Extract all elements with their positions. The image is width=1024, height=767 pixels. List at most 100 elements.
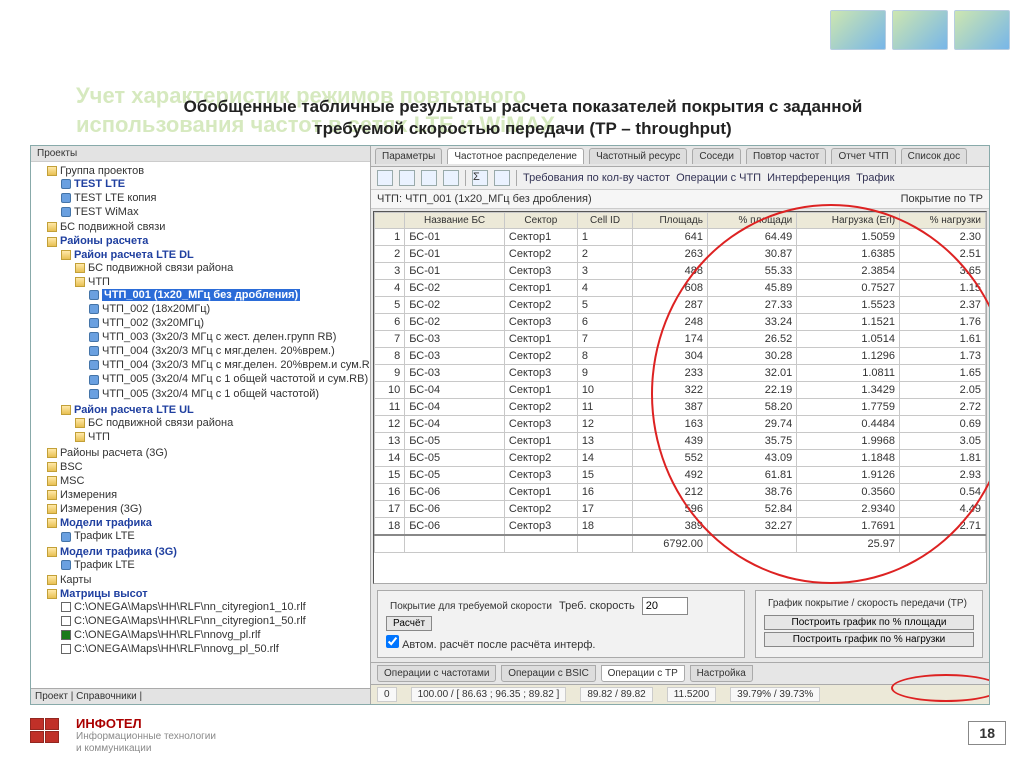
tree-bs-podv-raiona2[interactable]: БС подвижной связи района — [75, 416, 370, 430]
table-row[interactable]: 2БС-01Сектор2226330.871.63852.51 — [375, 246, 986, 263]
table-row[interactable]: 5БС-02Сектор2528727.331.55232.37 — [375, 297, 986, 314]
col-pct[interactable]: % площади — [707, 213, 796, 229]
tree-chtp-item[interactable]: ЧТП_004 (3x20/3 МГц с мяг.делен. 20%врем… — [89, 344, 370, 358]
tool-label-req[interactable]: Требования по кол-ву частот — [523, 172, 670, 184]
tree-karty[interactable]: Карты — [47, 573, 370, 587]
tree-chtp[interactable]: ЧТП ЧТП_001 (1x20_МГц без дробления) ЧТП… — [75, 275, 370, 402]
plot-area-button[interactable]: Построить график по % площади — [764, 615, 974, 630]
autocalc-cb[interactable] — [386, 635, 399, 648]
checkbox-icon[interactable] — [61, 616, 71, 626]
table-row[interactable]: 11БС-04Сектор21138758.201.77592.72 — [375, 399, 986, 416]
tree-bs-podv-raiona[interactable]: БС подвижной связи района — [75, 261, 370, 275]
tree-bsc[interactable]: BSC — [47, 460, 370, 474]
optab-bsic[interactable]: Операции с BSIC — [501, 665, 596, 682]
tree-msc[interactable]: MSC — [47, 474, 370, 488]
table-row[interactable]: 14БС-05Сектор21455243.091.18481.81 — [375, 450, 986, 467]
table-row[interactable]: 17БС-06Сектор21759652.842.93404.49 — [375, 501, 986, 518]
tree-traf-lte[interactable]: Трафик LTE — [61, 529, 370, 543]
tab-freq-dist[interactable]: Частотное распределение — [447, 148, 584, 164]
tab-repeat-freq[interactable]: Повтор частот — [746, 148, 826, 164]
table-row[interactable]: 4БС-02Сектор1460845.890.75271.15 — [375, 280, 986, 297]
tool-icon[interactable] — [494, 170, 510, 186]
tree-raion-3g[interactable]: Районы расчета (3G) — [47, 446, 370, 460]
tree-bs-podv[interactable]: БС подвижной связи — [47, 220, 370, 234]
tree-chtp2[interactable]: ЧТП — [75, 430, 370, 444]
table-row[interactable]: 1БС-01Сектор1164164.491.50592.30 — [375, 229, 986, 246]
tree-model-traf[interactable]: Модели трафика Трафик LTE — [47, 516, 370, 544]
tree-test-lte[interactable]: TEST LTE — [61, 177, 370, 191]
fs2-legend: График покрытие / скорость передачи (TP) — [764, 598, 971, 609]
optab-tp[interactable]: Операции с TP — [601, 665, 685, 682]
tree-path-2[interactable]: C:\ONEGA\Maps\HH\RLF\nn_cityregion1_50.r… — [61, 614, 370, 628]
tree-chtp-item[interactable]: ЧТП_005 (3x20/4 МГц с 1 общей частотой) — [89, 387, 370, 401]
table-row[interactable]: 18БС-06Сектор31838932.271.76912.71 — [375, 518, 986, 536]
calc-button[interactable]: Расчёт — [386, 616, 432, 631]
tree-group-root[interactable]: Группа проектов TEST LTE TEST LTE копия … — [47, 164, 370, 220]
optab-freq[interactable]: Операции с частотами — [377, 665, 496, 682]
tab-report[interactable]: Отчет ЧТП — [831, 148, 895, 164]
table-row[interactable]: 15БС-05Сектор31549261.811.91262.93 — [375, 467, 986, 484]
tree-raion-lte-ul[interactable]: Район расчета LTE UL БС подвижной связи … — [61, 403, 370, 445]
optab-settings[interactable]: Настройка — [690, 665, 753, 682]
table-row[interactable]: 10БС-04Сектор11032222.191.34292.05 — [375, 382, 986, 399]
tool-icon[interactable] — [443, 170, 459, 186]
col-sector[interactable]: Сектор — [504, 213, 577, 229]
tree-path-1[interactable]: C:\ONEGA\Maps\HH\RLF\nn_cityregion1_10.r… — [61, 600, 370, 614]
tree-izm[interactable]: Измерения — [47, 488, 370, 502]
tree-chtp-item[interactable]: ЧТП_003 (3x20/3 МГц с жест. делен.групп … — [89, 330, 370, 344]
table-row[interactable]: 16БС-06Сектор11621238.760.35600.54 — [375, 484, 986, 501]
table-row[interactable]: 6БС-02Сектор3624833.241.15211.76 — [375, 314, 986, 331]
tree-chtp-item[interactable]: ЧТП_005 (3x20/4 МГц с 1 общей частотой и… — [89, 372, 370, 386]
table-row[interactable]: 9БС-03Сектор3923332.011.08111.65 — [375, 365, 986, 382]
left-bottom-tabs[interactable]: Проект | Справочники | — [31, 688, 370, 704]
folder-icon — [61, 250, 71, 260]
tree-traf-lte2[interactable]: Трафик LTE — [61, 558, 370, 572]
autocalc-checkbox[interactable]: Автом. расчёт после расчёта интерф. — [386, 635, 595, 651]
tree-chtp-item[interactable]: ЧТП_004 (3x20/3 МГц с мяг.делен. 20%врем… — [89, 358, 370, 372]
plot-load-button[interactable]: Построить график по % нагрузки — [764, 632, 974, 647]
tree-chtp-item[interactable]: ЧТП_002 (3x20МГц) — [89, 316, 370, 330]
tab-list[interactable]: Список дос — [901, 148, 967, 164]
table-row[interactable]: 3БС-01Сектор3348855.332.38543.65 — [375, 263, 986, 280]
tab-neighbors[interactable]: Соседи — [692, 148, 741, 164]
tree-chtp-selected[interactable]: ЧТП_001 (1x20_МГц без дробления) — [89, 288, 370, 302]
tool-label-interf[interactable]: Интерференция — [767, 172, 850, 184]
results-grid-wrap[interactable]: Название БС Сектор Cell ID Площадь % пло… — [373, 211, 987, 584]
tree-test-wimax[interactable]: TEST WiMax — [61, 205, 370, 219]
doc-icon — [61, 179, 71, 189]
tab-freq-res[interactable]: Частотный ресурс — [589, 148, 687, 164]
tree-raion-rasch[interactable]: Районы расчета Район расчета LTE DL БС п… — [47, 234, 370, 445]
folder-icon — [75, 418, 85, 428]
table-row[interactable]: 13БС-05Сектор11343935.751.99683.05 — [375, 433, 986, 450]
col-pctload[interactable]: % нагрузки — [900, 213, 986, 229]
tree-path-3[interactable]: C:\ONEGA\Maps\HH\RLF\nnovg_pl.rlf — [61, 628, 370, 642]
project-tree[interactable]: Группа проектов TEST LTE TEST LTE копия … — [31, 162, 370, 688]
tree-path-4[interactable]: C:\ONEGA\Maps\HH\RLF\nnovg_pl_50.rlf — [61, 642, 370, 656]
slide-title-line2: требуемой скоростью передачи (TP – throu… — [314, 119, 731, 138]
checkbox-icon[interactable] — [61, 602, 71, 612]
col-cell[interactable]: Cell ID — [577, 213, 632, 229]
col-bs[interactable]: Название БС — [405, 213, 505, 229]
tree-test-lte-copy[interactable]: TEST LTE копия — [61, 191, 370, 205]
sum-icon[interactable]: Σ — [472, 170, 488, 186]
tree-chtp-item[interactable]: ЧТП_002 (18x20МГц) — [89, 302, 370, 316]
tree-model-traf-3g[interactable]: Модели трафика (3G) Трафик LTE — [47, 545, 370, 573]
col-load[interactable]: Нагрузка (Erl) — [797, 213, 900, 229]
col-n[interactable] — [375, 213, 405, 229]
tab-params[interactable]: Параметры — [375, 148, 442, 164]
tool-label-chtp[interactable]: Операции с ЧТП — [676, 172, 761, 184]
tool-icon[interactable] — [399, 170, 415, 186]
tree-matr[interactable]: Матрицы высот C:\ONEGA\Maps\HH\RLF\nn_ci… — [47, 587, 370, 657]
tree-izm3g[interactable]: Измерения (3G) — [47, 502, 370, 516]
table-row[interactable]: 12БС-04Сектор31216329.740.44840.69 — [375, 416, 986, 433]
req-speed-input[interactable] — [642, 597, 688, 615]
col-area[interactable]: Площадь — [633, 213, 708, 229]
checkbox-icon[interactable] — [61, 644, 71, 654]
tool-label-traffic[interactable]: Трафик — [856, 172, 894, 184]
checkbox-icon[interactable] — [61, 630, 71, 640]
table-row[interactable]: 8БС-03Сектор2830430.281.12961.73 — [375, 348, 986, 365]
table-row[interactable]: 7БС-03Сектор1717426.521.05141.61 — [375, 331, 986, 348]
tree-raion-lte-dl[interactable]: Район расчета LTE DL БС подвижной связи … — [61, 248, 370, 403]
tool-icon[interactable] — [377, 170, 393, 186]
tool-icon[interactable] — [421, 170, 437, 186]
